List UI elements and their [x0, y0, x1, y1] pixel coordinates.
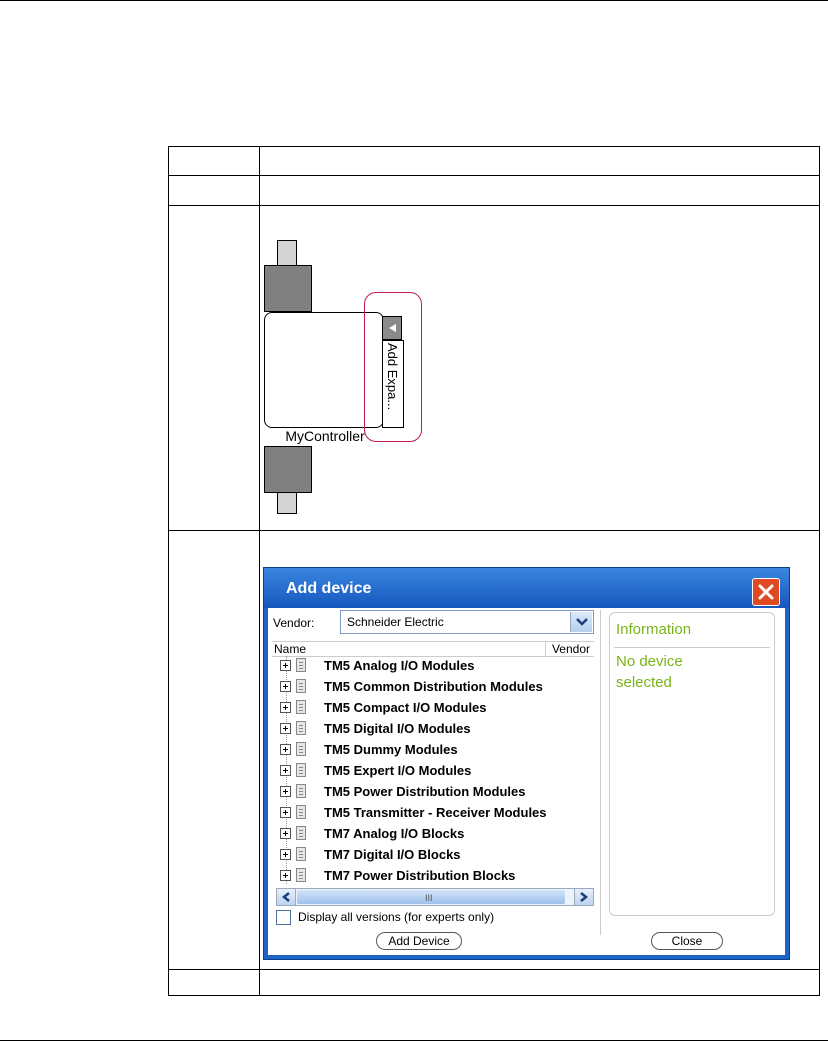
plus-box-icon[interactable]	[280, 849, 291, 860]
tree-item-label: TM7 Analog I/O Blocks	[324, 826, 465, 841]
controller-diagram: MyController Add Expa...	[262, 240, 432, 520]
information-message: No device selected	[616, 653, 683, 691]
page-top-rule	[0, 0, 828, 1]
tree-column-header: Name Vendor	[272, 641, 594, 657]
device-library-icon	[296, 805, 306, 819]
tree-item[interactable]: TM5 Expert I/O Modules	[272, 761, 594, 781]
plus-box-icon[interactable]	[280, 681, 291, 692]
tree-item[interactable]: TM7 Digital I/O Blocks	[272, 845, 594, 865]
tree-item-label: TM5 Compact I/O Modules	[324, 700, 487, 715]
vendor-value: Schneider Electric	[347, 615, 444, 629]
tree-item-label: TM5 Expert I/O Modules	[324, 763, 472, 778]
vendor-select[interactable]: Schneider Electric	[340, 610, 594, 634]
panel-divider	[600, 610, 601, 935]
plus-box-icon[interactable]	[280, 660, 291, 671]
tree-item[interactable]: TM7 Power Distribution Blocks	[272, 866, 594, 884]
expansion-tab[interactable]	[382, 316, 402, 340]
information-title: Information	[616, 621, 692, 638]
bottom-connector-pin	[277, 492, 297, 514]
arrow-left-icon	[389, 324, 396, 332]
page-bottom-rule	[0, 1040, 828, 1041]
arrow-right-icon[interactable]	[574, 889, 593, 905]
close-x-icon[interactable]	[752, 578, 780, 606]
tree-item-label: TM7 Power Distribution Blocks	[324, 868, 516, 883]
device-library-icon	[296, 679, 306, 693]
show-all-versions-label: Display all versions (for experts only)	[298, 910, 495, 924]
tree-item[interactable]: TM5 Digital I/O Modules	[272, 719, 594, 739]
plus-box-icon[interactable]	[280, 723, 291, 734]
dialog-title: Add device	[286, 580, 372, 597]
tree-item-label: TM5 Power Distribution Modules	[324, 784, 526, 799]
plus-box-icon[interactable]	[280, 765, 291, 776]
top-connector-block	[264, 265, 312, 312]
tree-item-label: TM5 Dummy Modules	[324, 742, 458, 757]
device-library-icon	[296, 763, 306, 777]
plus-box-icon[interactable]	[280, 744, 291, 755]
dialog-titlebar[interactable]: Add device	[264, 568, 789, 608]
device-library-icon	[296, 868, 306, 882]
chevron-down-icon[interactable]	[570, 612, 592, 632]
table-column-divider	[259, 147, 260, 995]
tree-item[interactable]: TM5 Analog I/O Modules	[272, 656, 594, 676]
tree-item[interactable]: TM5 Transmitter - Receiver Modules	[272, 803, 594, 823]
close-button[interactable]: Close	[651, 932, 723, 950]
tree-item-label: TM7 Digital I/O Blocks	[324, 847, 461, 862]
tree-item-label: TM5 Common Distribution Modules	[324, 679, 543, 694]
table-row-divider	[169, 530, 819, 531]
plus-box-icon[interactable]	[280, 702, 291, 713]
scroll-grip: III	[425, 893, 433, 903]
plus-box-icon[interactable]	[280, 786, 291, 797]
tree-item-label: TM5 Analog I/O Modules	[324, 658, 475, 673]
show-all-versions-checkbox[interactable]	[276, 910, 291, 925]
plus-box-icon[interactable]	[280, 870, 291, 881]
device-library-icon	[296, 742, 306, 756]
device-library-icon	[296, 784, 306, 798]
bottom-connector-block	[264, 446, 312, 493]
column-vendor[interactable]: Vendor	[544, 642, 590, 656]
add-device-button[interactable]: Add Device	[376, 932, 462, 950]
add-expansion-button[interactable]: Add Expa...	[382, 340, 404, 428]
arrow-left-icon[interactable]	[277, 889, 296, 905]
tree-item[interactable]: TM5 Dummy Modules	[272, 740, 594, 760]
tree-item-label: TM5 Digital I/O Modules	[324, 721, 471, 736]
add-expansion-label: Add Expa...	[385, 343, 400, 411]
information-panel: Information No device selected	[609, 612, 775, 916]
horizontal-scrollbar[interactable]: III	[276, 888, 594, 906]
column-name[interactable]: Name	[274, 642, 306, 656]
device-tree[interactable]: TM5 Analog I/O Modules TM5 Common Distri…	[272, 656, 594, 884]
device-library-icon	[296, 847, 306, 861]
dialog-body: Vendor: Schneider Electric Name Vendor T…	[268, 608, 785, 955]
device-library-icon	[296, 700, 306, 714]
plus-box-icon[interactable]	[280, 807, 291, 818]
device-library-icon	[296, 658, 306, 672]
tree-item[interactable]: TM5 Compact I/O Modules	[272, 698, 594, 718]
device-library-icon	[296, 721, 306, 735]
table-row-divider	[169, 175, 819, 176]
table-row-divider	[169, 969, 819, 970]
tree-item[interactable]: TM5 Common Distribution Modules	[272, 677, 594, 697]
add-device-dialog: Add device Vendor: Schneider Electric Na…	[263, 567, 790, 960]
scroll-thumb[interactable]: III	[297, 890, 565, 904]
device-library-icon	[296, 826, 306, 840]
tree-item[interactable]: TM5 Power Distribution Modules	[272, 782, 594, 802]
plus-box-icon[interactable]	[280, 828, 291, 839]
top-connector-pin	[277, 240, 297, 266]
table-row-divider	[169, 205, 819, 206]
tree-item[interactable]: TM7 Analog I/O Blocks	[272, 824, 594, 844]
information-rule	[614, 647, 770, 648]
tree-item-label: TM5 Transmitter - Receiver Modules	[324, 805, 547, 820]
vendor-label: Vendor:	[273, 616, 315, 630]
